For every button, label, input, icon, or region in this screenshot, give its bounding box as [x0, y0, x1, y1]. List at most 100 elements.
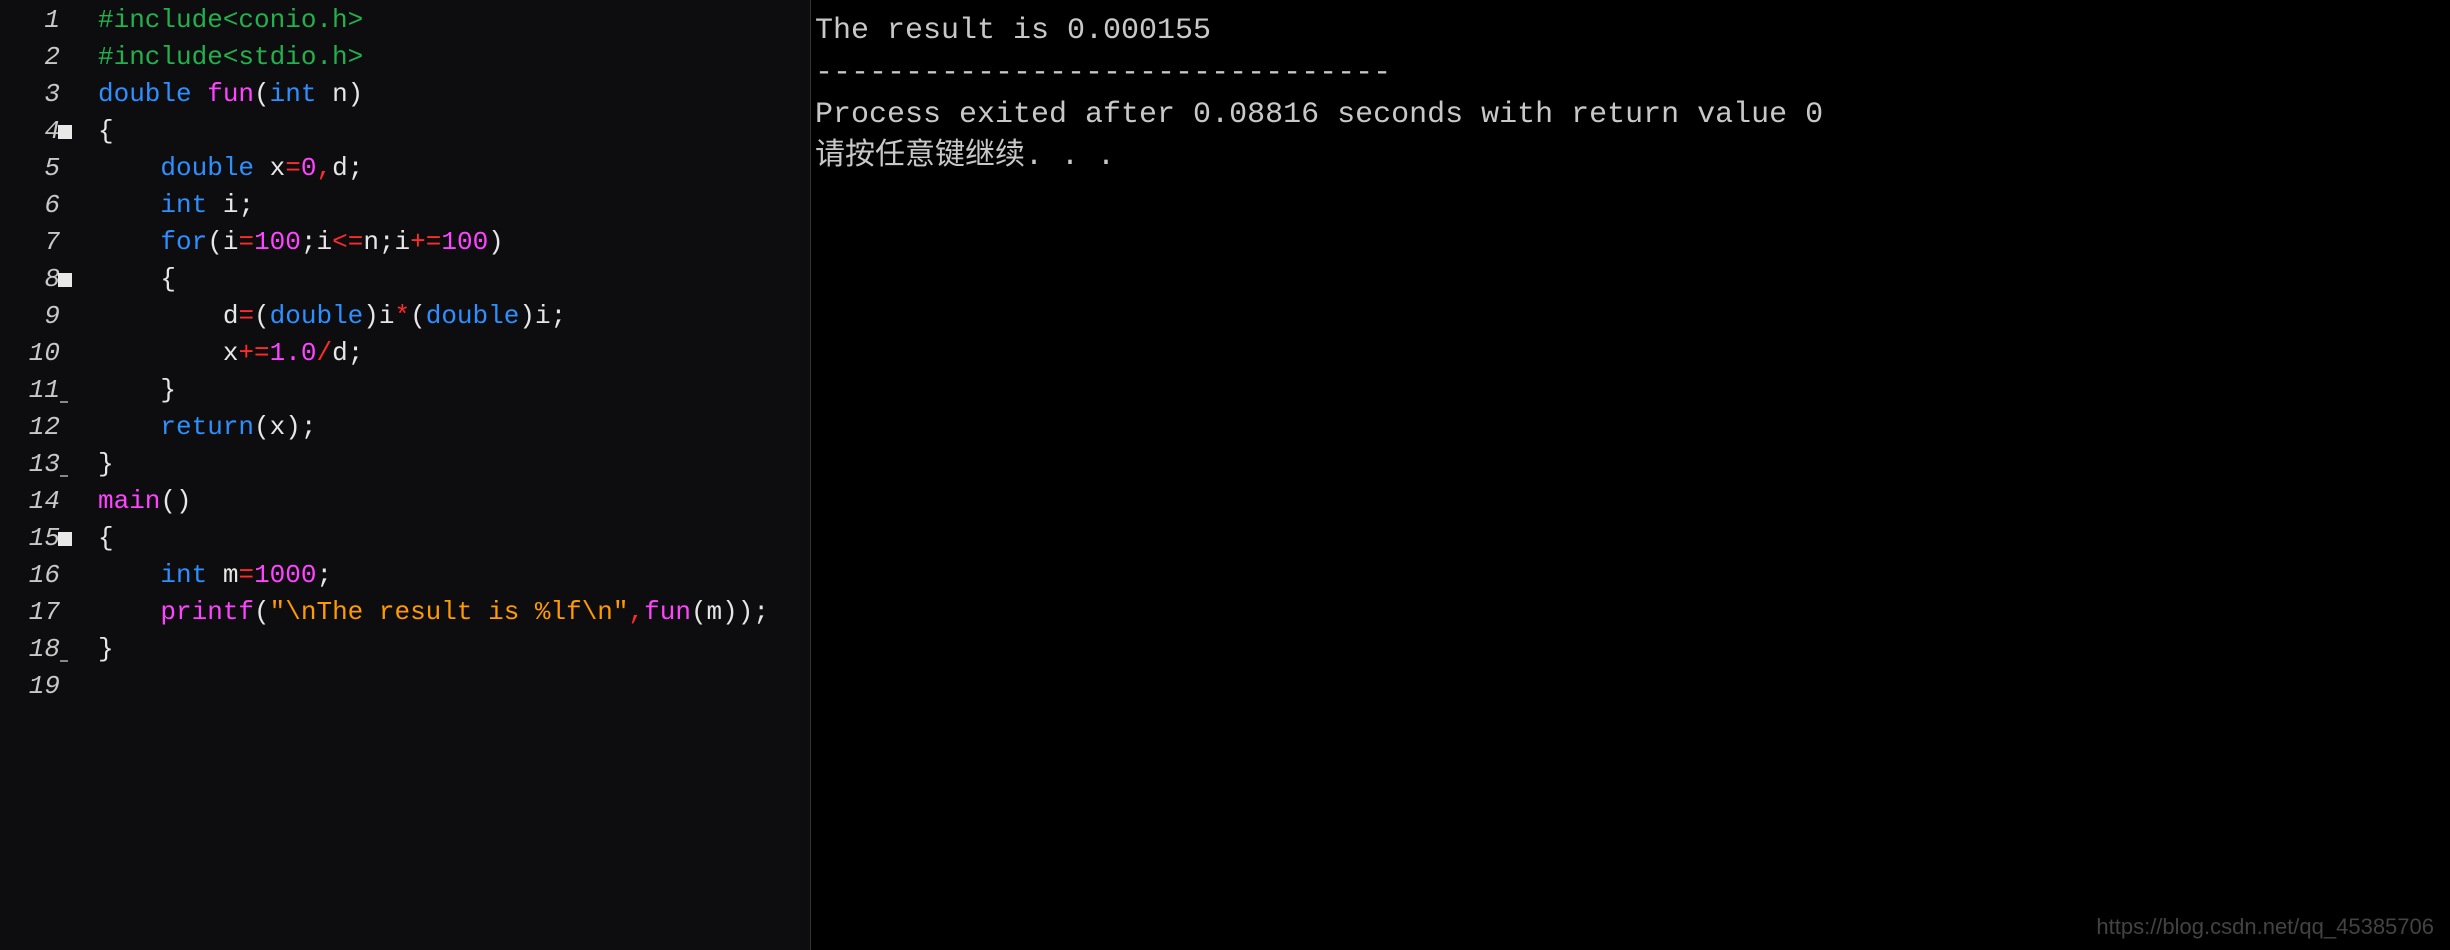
token-op: <=	[332, 227, 363, 257]
token-id	[98, 153, 160, 183]
fold-marker-icon[interactable]	[58, 532, 72, 546]
code-line[interactable]: double x=0,d;	[98, 150, 810, 187]
token-fn: printf	[160, 597, 254, 627]
line-number: 8	[0, 261, 60, 298]
code-line[interactable]: {	[98, 520, 810, 557]
code-line[interactable]: #include<stdio.h>	[98, 39, 810, 76]
token-op: =	[238, 560, 254, 590]
token-op: /	[316, 338, 332, 368]
line-number: 5	[0, 150, 60, 187]
token-id: m	[707, 597, 723, 627]
code-line[interactable]: printf("\nThe result is %lf\n",fun(m));	[98, 594, 810, 631]
token-id	[98, 227, 160, 257]
token-num: 100	[441, 227, 488, 257]
code-line[interactable]: x+=1.0/d;	[98, 335, 810, 372]
token-id	[98, 264, 160, 294]
code-line[interactable]: main()	[98, 483, 810, 520]
token-semi: ;	[379, 227, 395, 257]
code-line[interactable]: }	[98, 372, 810, 409]
line-number: 11	[0, 372, 60, 409]
token-id: i	[223, 190, 239, 220]
token-id: i	[395, 227, 411, 257]
token-semi: ;	[551, 301, 567, 331]
token-par: (	[254, 412, 270, 442]
token-br: {	[98, 523, 114, 553]
line-number: 14	[0, 483, 60, 520]
code-line[interactable]: return(x);	[98, 409, 810, 446]
token-id: i	[223, 227, 239, 257]
code-line[interactable]: #include<conio.h>	[98, 2, 810, 39]
line-number: 12	[0, 409, 60, 446]
token-op: +=	[410, 227, 441, 257]
token-id: n	[363, 227, 379, 257]
code-line[interactable]: d=(double)i*(double)i;	[98, 298, 810, 335]
token-semi: ;	[301, 227, 317, 257]
token-kw: double	[98, 79, 207, 109]
token-kw: int	[160, 190, 222, 220]
token-par: (	[254, 597, 270, 627]
code-line[interactable]: }	[98, 631, 810, 668]
token-kw: int	[270, 79, 332, 109]
code-line[interactable]: double fun(int n)	[98, 76, 810, 113]
token-id	[98, 560, 160, 590]
code-editor-panel: 12345678910111213141516171819 #include<c…	[0, 0, 810, 950]
token-id	[98, 190, 160, 220]
code-area[interactable]: #include<conio.h>#include<stdio.h>double…	[70, 2, 810, 950]
line-number-gutter: 12345678910111213141516171819	[0, 2, 70, 950]
fold-marker-icon[interactable]	[58, 125, 72, 139]
watermark-text: https://blog.csdn.net/qq_45385706	[2096, 914, 2434, 940]
token-br: }	[98, 634, 114, 664]
token-br: {	[160, 264, 176, 294]
token-semi: ;	[753, 597, 769, 627]
token-par: (	[691, 597, 707, 627]
token-pp: #include<conio.h>	[98, 5, 363, 35]
fold-end-icon	[60, 660, 68, 662]
console-output-panel[interactable]: The result is 0.000155------------------…	[810, 0, 2450, 950]
token-op: ,	[316, 153, 332, 183]
token-par: )	[519, 301, 535, 331]
line-number: 19	[0, 668, 60, 705]
code-line[interactable]: int m=1000;	[98, 557, 810, 594]
token-kw: double	[160, 153, 269, 183]
token-br: }	[98, 449, 114, 479]
token-par: )	[363, 301, 379, 331]
line-number: 16	[0, 557, 60, 594]
code-line[interactable]: {	[98, 113, 810, 150]
token-id: x	[270, 153, 286, 183]
token-id	[98, 597, 160, 627]
token-id: x	[270, 412, 286, 442]
token-fn: fun	[207, 79, 254, 109]
token-id: i	[379, 301, 395, 331]
token-par: (	[254, 301, 270, 331]
token-num: 1.0	[270, 338, 317, 368]
token-semi: ;	[316, 560, 332, 590]
token-id: m	[223, 560, 239, 590]
code-line[interactable]	[98, 668, 810, 705]
token-op: =	[285, 153, 301, 183]
fold-marker-icon[interactable]	[58, 273, 72, 287]
token-num: 1000	[254, 560, 316, 590]
code-line[interactable]: }	[98, 446, 810, 483]
line-number: 17	[0, 594, 60, 631]
token-op: *	[395, 301, 411, 331]
line-number: 3	[0, 76, 60, 113]
code-line[interactable]: int i;	[98, 187, 810, 224]
token-str: "\nThe result is %lf\n"	[270, 597, 629, 627]
code-line[interactable]: for(i=100;i<=n;i+=100)	[98, 224, 810, 261]
line-number: 9	[0, 298, 60, 335]
line-number: 15	[0, 520, 60, 557]
token-id: d	[98, 301, 238, 331]
line-number: 1	[0, 2, 60, 39]
token-par: (	[410, 301, 426, 331]
line-number: 13	[0, 446, 60, 483]
token-kw: for	[160, 227, 207, 257]
token-op: =	[238, 301, 254, 331]
token-kw: int	[160, 560, 222, 590]
token-semi: ;	[301, 412, 317, 442]
line-number: 6	[0, 187, 60, 224]
code-line[interactable]: {	[98, 261, 810, 298]
token-op: ,	[629, 597, 645, 627]
token-id: i	[316, 227, 332, 257]
line-number: 4	[0, 113, 60, 150]
token-op: =	[238, 227, 254, 257]
